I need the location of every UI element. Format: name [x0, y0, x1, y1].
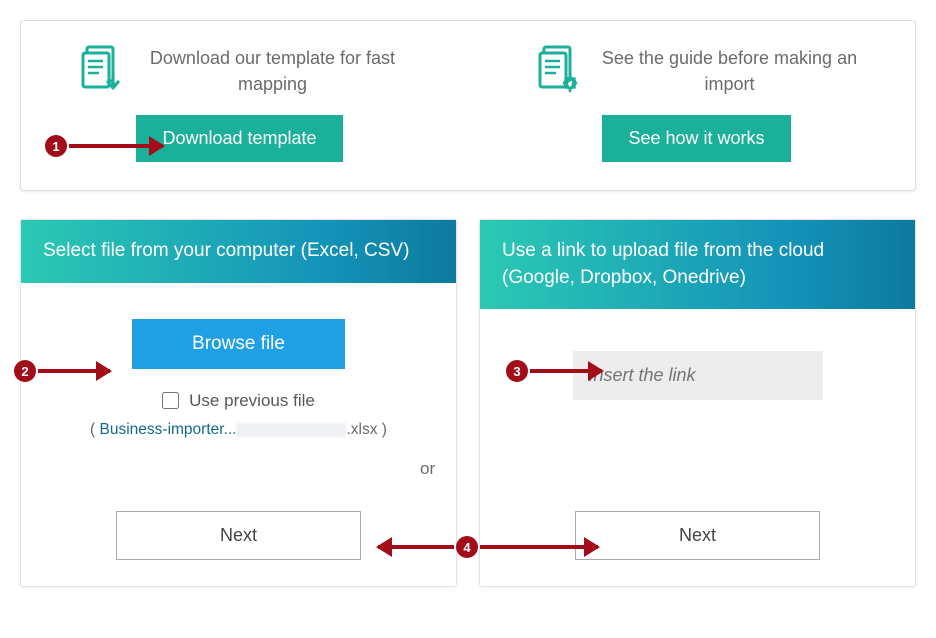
download-template-text: Download our template for fast mapping	[143, 45, 403, 97]
see-guide-section: See the guide before making an import Se…	[488, 45, 905, 162]
download-template-row: Download our template for fast mapping	[77, 45, 403, 97]
panels-row: Select file from your computer (Excel, C…	[20, 219, 916, 587]
use-previous-file-label: Use previous file	[189, 391, 315, 411]
annotation-arrow-4-left	[378, 545, 454, 549]
annotation-arrow-4-right	[480, 545, 598, 549]
select-file-panel: Select file from your computer (Excel, C…	[20, 219, 457, 587]
next-button-left[interactable]: Next	[116, 511, 361, 560]
next-button-right[interactable]: Next	[575, 511, 820, 560]
annotation-arrow-3	[530, 369, 602, 373]
download-template-button[interactable]: Download template	[136, 115, 342, 162]
use-previous-file-checkbox[interactable]	[162, 392, 179, 409]
annotation-marker-4: 4	[456, 536, 478, 558]
see-guide-text: See the guide before making an import	[600, 45, 860, 97]
previous-file-blur	[236, 423, 346, 437]
annotation-arrow-2	[38, 369, 110, 373]
cloud-link-input[interactable]	[573, 351, 823, 400]
document-gear-icon	[534, 45, 582, 93]
or-label: or	[420, 459, 435, 479]
select-file-header: Select file from your computer (Excel, C…	[21, 220, 456, 283]
annotation-marker-1: 1	[45, 135, 67, 157]
upload-link-header: Use a link to upload file from the cloud…	[480, 220, 915, 309]
annotation-arrow-1	[69, 144, 163, 148]
previous-file-link[interactable]: Business-importer...	[100, 421, 237, 438]
see-guide-row: See the guide before making an import	[534, 45, 860, 97]
browse-file-button[interactable]: Browse file	[132, 319, 345, 369]
previous-file-name: ( Business-importer....xlsx )	[90, 421, 387, 439]
info-card: Download our template for fast mapping D…	[20, 20, 916, 191]
use-previous-file-row[interactable]: Use previous file	[162, 391, 315, 411]
see-how-it-works-button[interactable]: See how it works	[602, 115, 790, 162]
document-download-icon	[77, 45, 125, 93]
upload-link-panel: Use a link to upload file from the cloud…	[479, 219, 916, 587]
